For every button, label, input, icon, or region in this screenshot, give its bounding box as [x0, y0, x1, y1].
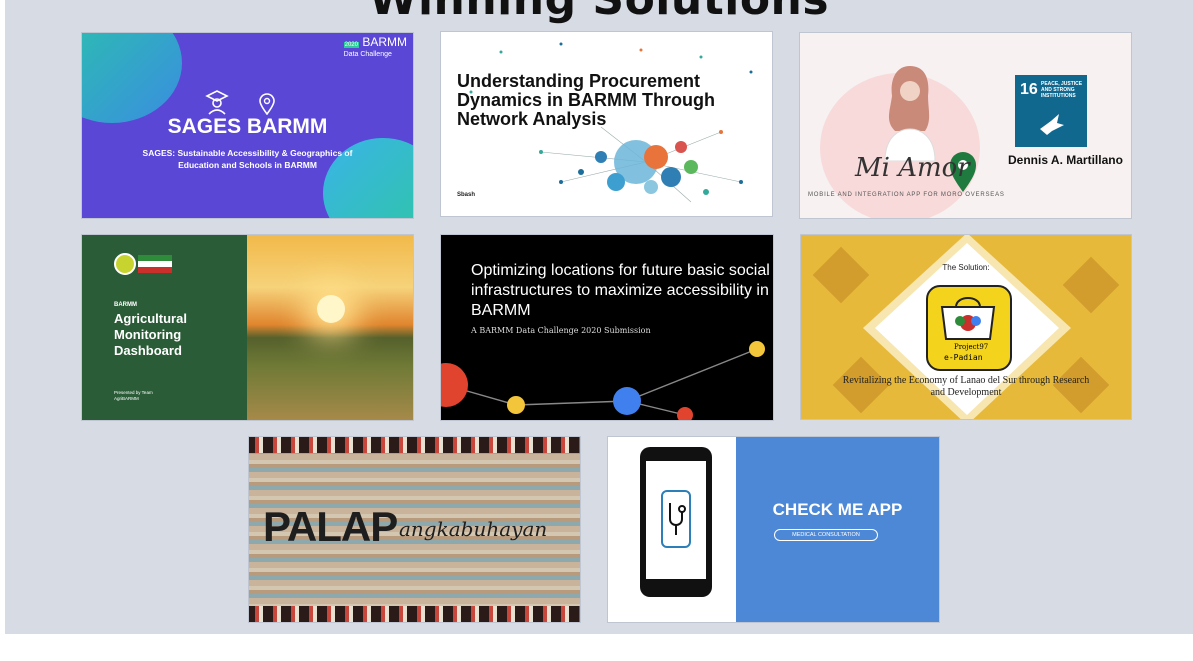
solution-card-sages[interactable]: 2020 BARMM Data Challenge SAGES BARMM SA… — [81, 32, 414, 219]
solution-card-optimizing-locations[interactable]: Optimizing locations for future basic so… — [440, 234, 774, 421]
card-subtitle: MOBILE AND INTEGRATION APP FOR MORO OVER… — [808, 192, 1005, 198]
node-graph — [441, 341, 765, 420]
card-title: SAGES BARMM — [167, 115, 328, 138]
sdg-badge: 16 PEACE, JUSTICE AND STRONG INSTITUTION… — [1015, 75, 1087, 147]
project97-logo: Project97 e-Padian — [926, 285, 1012, 371]
barmm-logo: 2020 BARMM Data Challenge — [343, 35, 407, 58]
card-title: Understanding Procurement Dynamics in BA… — [457, 71, 716, 129]
solution-card-palap[interactable]: PALAP angkabuhayan — [248, 436, 581, 623]
card-title: PALAP — [263, 503, 398, 550]
solution-card-check-me[interactable]: CHECK ME APP MEDICAL CONSULTATION — [607, 436, 940, 623]
card-subtitle: SAGES: Sustainable Accessibility & Geogr… — [142, 148, 353, 170]
app-script-title: Mi Amor — [855, 153, 970, 183]
solution-card-mi-amor[interactable]: Mi Amor MOBILE AND INTEGRATION APP FOR M… — [799, 32, 1132, 219]
sun — [317, 295, 345, 323]
card-title: Agricultural Monitoring Dashboard — [114, 311, 187, 358]
sunset-field-photo — [247, 235, 413, 420]
solution-card-agri-dashboard[interactable]: BARMM Agricultural Monitoring Dashboard … — [81, 234, 414, 421]
bangsamoro-seal-logo — [114, 253, 136, 275]
card-subtitle-pill: MEDICAL CONSULTATION — [774, 529, 878, 541]
solution-card-e-padian[interactable]: The Solution: Project97 e-Padian Revital… — [800, 234, 1132, 420]
woman-illustration — [884, 66, 936, 161]
stethoscope-icon — [661, 490, 691, 548]
decorative-wave — [82, 33, 182, 123]
location-pin-icon — [259, 93, 275, 115]
card-title: CHECK ME APP — [772, 500, 903, 519]
flag-logo — [138, 255, 172, 273]
presentation-slide: Winning Solutions 2020 BARMM Data Challe… — [5, 0, 1193, 634]
presenter-label: Presented by Team AgriBARMM — [114, 390, 153, 401]
dove-icon — [1040, 114, 1064, 135]
woven-pattern-band — [249, 606, 580, 622]
region-label: BARMM — [114, 302, 137, 308]
graduate-icon — [205, 90, 229, 115]
bag-icon — [940, 297, 996, 340]
sbash-logo: Sbash — [457, 192, 476, 198]
card-subtitle: Revitalizing the Economy of Lanao del Su… — [842, 375, 1090, 398]
slide-heading: Winning Solutions — [5, 0, 1193, 25]
solution-label: The Solution: — [942, 263, 990, 272]
woven-pattern-band — [249, 437, 580, 453]
author-name: Dennis A. Martillano — [1008, 153, 1123, 167]
card-script: angkabuhayan — [399, 517, 548, 541]
solution-card-procurement[interactable]: Understanding Procurement Dynamics in BA… — [440, 31, 773, 217]
